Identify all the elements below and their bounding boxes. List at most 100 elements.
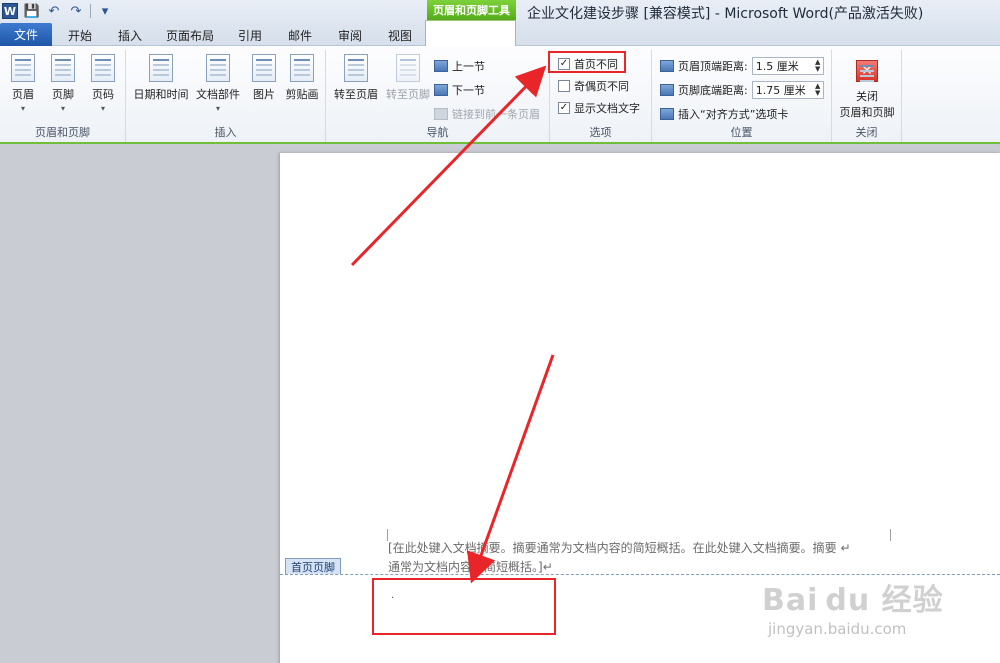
customize-qat-icon[interactable]: ▾ <box>97 3 113 19</box>
prev-section-icon <box>434 60 448 72</box>
tab-page-layout[interactable]: 页面布局 <box>162 24 218 46</box>
clipart-button-label: 剪贴画 <box>285 88 319 101</box>
tab-file[interactable]: 文件 <box>0 23 52 46</box>
close-button-line2: 页眉和页脚 <box>839 106 895 119</box>
docparts-button-label: 文档部件 <box>196 88 240 101</box>
annotation-box-footer <box>372 578 556 635</box>
insert-alignment-tab-button[interactable]: 插入“对齐方式”选项卡 <box>660 106 788 122</box>
different-odd-even-label: 奇偶页不同 <box>574 80 629 93</box>
prev-section-label: 上一节 <box>452 60 485 73</box>
picture-button-label: 图片 <box>253 88 275 101</box>
footer-from-bottom-value: 1.75 厘米 <box>755 84 806 97</box>
group-label-header-footer: 页眉和页脚 <box>35 126 90 139</box>
clipart-icon <box>290 54 314 82</box>
header-from-top-label: 页眉顶端距离: <box>678 60 748 73</box>
abstract-line2: 通常为文档内容的简短概括。] <box>388 560 543 574</box>
footer-from-bottom-row: 页脚底端距离: 1.75 厘米 ▲ ▼ <box>660 81 824 99</box>
page-number-button[interactable]: 页码 ▾ <box>83 54 123 113</box>
goto-header-icon <box>344 54 368 82</box>
goto-footer-button[interactable]: 转至页脚 <box>382 54 434 102</box>
chevron-down-icon: ▾ <box>60 104 65 113</box>
footer-button-label: 页脚 <box>52 88 74 101</box>
prev-section-button[interactable]: 上一节 <box>434 58 485 74</box>
word-app-icon[interactable]: W <box>2 3 18 19</box>
footer-from-bottom-label: 页脚底端距离: <box>678 84 748 97</box>
footer-from-bottom-spinner[interactable]: 1.75 厘米 ▲ ▼ <box>751 81 824 99</box>
datetime-button[interactable]: 日期和时间 <box>132 54 190 102</box>
group-label-options: 选项 <box>589 126 612 139</box>
group-label-close: 关闭 <box>855 126 878 139</box>
group-label-insert: 插入 <box>214 126 237 139</box>
spinner-arrows-icon[interactable]: ▲ ▼ <box>813 83 823 97</box>
footer-icon <box>51 54 75 82</box>
watermark-url: jingyan.baidu.com <box>768 620 907 638</box>
link-to-previous-button[interactable]: 链接到前一条页眉 <box>434 106 540 122</box>
context-tab-title: 页眉和页脚工具 <box>427 0 516 20</box>
chevron-down-icon: ▾ <box>215 104 220 113</box>
tab-references[interactable]: 引用 <box>232 24 268 46</box>
watermark-logo: Bai du 经验 <box>762 583 944 618</box>
paragraph-mark-icon: ↵ <box>840 541 851 555</box>
header-icon <box>11 54 35 82</box>
header-from-top-value: 1.5 厘米 <box>755 60 799 73</box>
abstract-line1: [在此处键入文档摘要。摘要通常为文档内容的简短概括。在此处键入文档摘要。摘要 <box>388 541 837 555</box>
header-from-top-spinner[interactable]: 1.5 厘米 ▲ ▼ <box>751 57 824 75</box>
next-section-label: 下一节 <box>452 84 485 97</box>
tab-home[interactable]: 开始 <box>62 24 98 46</box>
close-header-footer-button[interactable]: ✕ 关闭 页眉和页脚 <box>834 60 900 120</box>
docparts-icon <box>206 54 230 82</box>
header-button-label: 页眉 <box>12 88 34 101</box>
paragraph-mark-icon: ↵ <box>542 560 553 574</box>
header-from-top-row: 页眉顶端距离: 1.5 厘米 ▲ ▼ <box>660 57 824 75</box>
tab-insert[interactable]: 插入 <box>112 24 148 46</box>
goto-header-button[interactable]: 转至页眉 <box>330 54 382 102</box>
page-number-icon <box>91 54 115 82</box>
datetime-button-label: 日期和时间 <box>133 88 189 101</box>
different-odd-even-checkbox[interactable]: 奇偶页不同 <box>558 78 629 94</box>
annotation-box-first-page-option <box>548 51 626 73</box>
group-close: ✕ 关闭 页眉和页脚 关闭 <box>832 50 902 142</box>
document-abstract[interactable]: [在此处键入文档摘要。摘要通常为文档内容的简短概括。在此处键入文档摘要。摘要 ↵… <box>388 539 908 577</box>
footer-position-icon <box>660 84 674 96</box>
ribbon: 页眉 ▾ 页脚 ▾ 页码 ▾ 页眉和页脚 日期和时间 文档部件 ▾ 图片 剪贴画… <box>0 46 1000 144</box>
show-doc-text-label: 显示文档文字 <box>574 102 640 115</box>
group-navigation: 转至页眉 转至页脚 上一节 下一节 链接到前一条页眉 导航 <box>326 50 550 142</box>
spinner-arrows-icon[interactable]: ▲ ▼ <box>813 59 823 73</box>
group-label-position: 位置 <box>730 126 753 139</box>
link-icon <box>434 108 448 120</box>
tab-view[interactable]: 视图 <box>382 24 418 46</box>
chevron-down-icon: ▾ <box>100 104 105 113</box>
goto-footer-icon <box>396 54 420 82</box>
close-icon: ✕ <box>856 60 878 82</box>
first-page-footer-tag: 首页页脚 <box>285 558 341 574</box>
next-section-button[interactable]: 下一节 <box>434 82 485 98</box>
redo-icon[interactable]: ↷ <box>68 3 84 19</box>
goto-header-label: 转至页眉 <box>334 88 378 101</box>
tab-mailings[interactable]: 邮件 <box>282 24 318 46</box>
picture-button[interactable]: 图片 <box>244 54 284 102</box>
checkbox-box <box>558 80 570 92</box>
insert-alignment-tab-label: 插入“对齐方式”选项卡 <box>678 108 789 121</box>
header-button[interactable]: 页眉 ▾ <box>3 54 43 113</box>
picture-icon <box>252 54 276 82</box>
tab-review[interactable]: 审阅 <box>332 24 368 46</box>
next-section-icon <box>434 84 448 96</box>
group-insert: 日期和时间 文档部件 ▾ 图片 剪贴画 插入 <box>126 50 326 142</box>
footer-button[interactable]: 页脚 ▾ <box>43 54 83 113</box>
clipart-button[interactable]: 剪贴画 <box>282 54 322 102</box>
header-position-icon <box>660 60 674 72</box>
save-icon[interactable]: 💾 <box>24 3 40 19</box>
chevron-down-icon: ▾ <box>20 104 25 113</box>
docparts-button[interactable]: 文档部件 ▾ <box>192 54 244 113</box>
ribbon-tabs: 文件 开始 插入 页面布局 引用 邮件 审阅 视图 设计 <box>0 20 1000 67</box>
group-label-navigation: 导航 <box>426 126 449 139</box>
calendar-icon <box>149 54 173 82</box>
undo-icon[interactable]: ↶ <box>46 3 62 19</box>
link-to-previous-label: 链接到前一条页眉 <box>452 108 540 121</box>
qat-separator <box>90 4 91 18</box>
show-doc-text-checkbox[interactable]: ✓ 显示文档文字 <box>558 100 640 116</box>
alignment-tab-icon <box>660 108 674 120</box>
goto-footer-label: 转至页脚 <box>386 88 430 101</box>
page-number-button-label: 页码 <box>92 88 114 101</box>
checkbox-box: ✓ <box>558 102 570 114</box>
